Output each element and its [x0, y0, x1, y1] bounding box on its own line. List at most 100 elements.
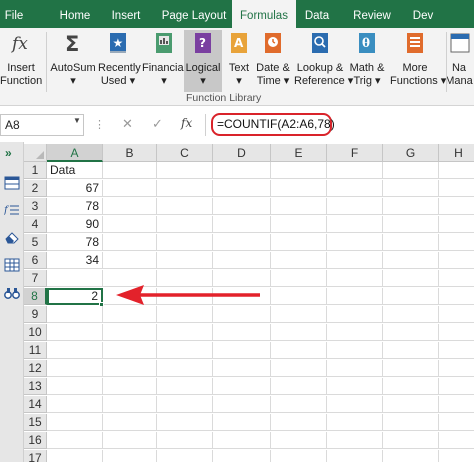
cell-g13[interactable] [383, 378, 439, 395]
cell-c16[interactable] [157, 432, 213, 449]
cell-h17[interactable] [439, 450, 474, 462]
cell-h1[interactable] [439, 162, 474, 179]
cell-b11[interactable] [103, 342, 157, 359]
cell-e9[interactable] [271, 306, 327, 323]
cell-c10[interactable] [157, 324, 213, 341]
table-icon[interactable] [4, 176, 20, 190]
cell-g7[interactable] [383, 270, 439, 287]
cell-f4[interactable] [327, 216, 383, 233]
expand-pane-icon[interactable]: » [5, 146, 12, 160]
row-header-12[interactable]: 12 [24, 360, 47, 377]
name-box-dropdown-icon[interactable]: ▼ [73, 116, 81, 125]
row-header-4[interactable]: 4 [24, 216, 47, 233]
cell-f11[interactable] [327, 342, 383, 359]
tab-formulas[interactable]: Formulas [232, 0, 296, 30]
tab-dev[interactable]: Dev [410, 0, 436, 28]
cell-e16[interactable] [271, 432, 327, 449]
cell-a1[interactable]: Data [47, 162, 103, 179]
cell-f8[interactable] [327, 288, 383, 305]
cell-g10[interactable] [383, 324, 439, 341]
cell-e7[interactable] [271, 270, 327, 287]
cell-e4[interactable] [271, 216, 327, 233]
tab-page-layout[interactable]: Page Layout [158, 0, 230, 28]
cell-c4[interactable] [157, 216, 213, 233]
cell-g17[interactable] [383, 450, 439, 462]
cell-b14[interactable] [103, 396, 157, 413]
tab-data[interactable]: Data [300, 0, 334, 28]
cell-e6[interactable] [271, 252, 327, 269]
cell-b3[interactable] [103, 198, 157, 215]
column-header-e[interactable]: E [271, 144, 327, 162]
logical-button[interactable]: ? Logical ▾ [184, 30, 222, 92]
cell-a13[interactable] [47, 378, 103, 395]
column-header-h[interactable]: H [439, 144, 474, 162]
column-header-a[interactable]: A [47, 144, 103, 162]
column-header-b[interactable]: B [103, 144, 157, 162]
cell-h11[interactable] [439, 342, 474, 359]
tab-file[interactable]: File [0, 0, 28, 28]
cell-e10[interactable] [271, 324, 327, 341]
cell-d1[interactable] [213, 162, 271, 179]
cell-d15[interactable] [213, 414, 271, 431]
cell-b13[interactable] [103, 378, 157, 395]
row-header-10[interactable]: 10 [24, 324, 47, 341]
cell-h5[interactable] [439, 234, 474, 251]
name-manager-button[interactable]: Na Mana [444, 30, 474, 92]
row-header-17[interactable]: 17 [24, 450, 47, 462]
cell-c2[interactable] [157, 180, 213, 197]
cell-d16[interactable] [213, 432, 271, 449]
row-header-6[interactable]: 6 [24, 252, 47, 269]
cell-f17[interactable] [327, 450, 383, 462]
cell-e17[interactable] [271, 450, 327, 462]
enter-formula-icon[interactable]: ✓ [152, 116, 163, 132]
row-header-8[interactable]: 8 [24, 288, 47, 305]
cell-g16[interactable] [383, 432, 439, 449]
cell-g15[interactable] [383, 414, 439, 431]
cell-g9[interactable] [383, 306, 439, 323]
cell-a2[interactable]: 67 [47, 180, 103, 197]
insert-function-button[interactable]: fx Insert Function [0, 30, 42, 92]
recently-used-button[interactable]: ★ Recently Used ▾ [98, 30, 141, 92]
cell-a9[interactable] [47, 306, 103, 323]
cell-c14[interactable] [157, 396, 213, 413]
row-header-5[interactable]: 5 [24, 234, 47, 251]
autosum-button[interactable]: Σ AutoSum ▾ [50, 30, 96, 92]
cell-d5[interactable] [213, 234, 271, 251]
cell-f7[interactable] [327, 270, 383, 287]
cell-a17[interactable] [47, 450, 103, 462]
cell-c12[interactable] [157, 360, 213, 377]
math-trig-button[interactable]: θ Math & Trig ▾ [348, 30, 386, 92]
cell-f10[interactable] [327, 324, 383, 341]
tab-insert[interactable]: Insert [106, 0, 146, 28]
cell-g14[interactable] [383, 396, 439, 413]
row-header-7[interactable]: 7 [24, 270, 47, 287]
select-all-corner[interactable] [24, 144, 47, 162]
column-header-d[interactable]: D [213, 144, 271, 162]
cell-e11[interactable] [271, 342, 327, 359]
cell-e2[interactable] [271, 180, 327, 197]
cell-e1[interactable] [271, 162, 327, 179]
cell-g3[interactable] [383, 198, 439, 215]
cell-g11[interactable] [383, 342, 439, 359]
cell-c6[interactable] [157, 252, 213, 269]
cell-h7[interactable] [439, 270, 474, 287]
cell-c11[interactable] [157, 342, 213, 359]
cell-a10[interactable] [47, 324, 103, 341]
cell-b5[interactable] [103, 234, 157, 251]
cell-c1[interactable] [157, 162, 213, 179]
row-header-14[interactable]: 14 [24, 396, 47, 413]
cell-h3[interactable] [439, 198, 474, 215]
cell-a8[interactable]: 2 [47, 288, 103, 305]
cell-e3[interactable] [271, 198, 327, 215]
cell-a14[interactable] [47, 396, 103, 413]
cell-h2[interactable] [439, 180, 474, 197]
cell-h12[interactable] [439, 360, 474, 377]
column-header-c[interactable]: C [157, 144, 213, 162]
cell-h15[interactable] [439, 414, 474, 431]
column-header-g[interactable]: G [383, 144, 439, 162]
insert-function-fx-icon[interactable]: fx [181, 116, 192, 130]
cell-d3[interactable] [213, 198, 271, 215]
cell-h4[interactable] [439, 216, 474, 233]
cell-d14[interactable] [213, 396, 271, 413]
cell-g8[interactable] [383, 288, 439, 305]
